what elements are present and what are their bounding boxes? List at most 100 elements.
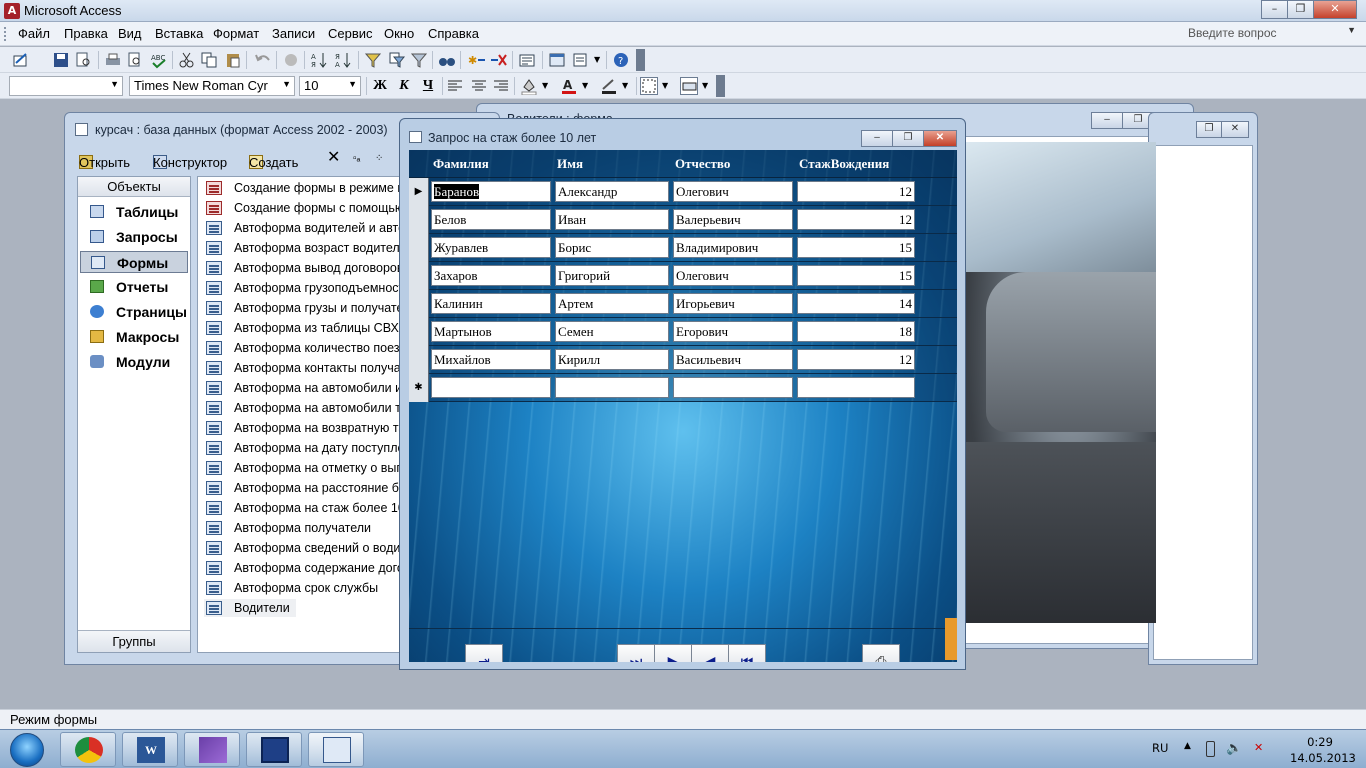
name-field[interactable]: Кирилл <box>555 349 669 370</box>
language-indicator[interactable]: RU <box>1152 741 1168 755</box>
close-button[interactable]: ✕ <box>1221 121 1249 138</box>
experience-field[interactable]: 18 <box>797 321 915 342</box>
table-row[interactable]: Калинин Артем Игорьевич 14 <box>409 290 957 318</box>
start-button[interactable] <box>4 731 52 768</box>
table-row[interactable]: Захаров Григорий Олегович 15 <box>409 262 957 290</box>
copy-icon[interactable] <box>200 51 218 69</box>
name-field[interactable]: Григорий <box>555 265 669 286</box>
font-combo[interactable]: Times New Roman Cyr ▼ <box>129 76 295 96</box>
taskbar-save-app[interactable] <box>246 732 302 767</box>
new-record-row[interactable]: ✱ <box>409 374 957 402</box>
experience-field[interactable]: 12 <box>797 349 915 370</box>
apply-filter-icon[interactable] <box>410 51 428 69</box>
save-icon[interactable] <box>52 51 70 69</box>
chevron-down-icon[interactable]: ▼ <box>348 79 357 89</box>
filter-by-form-icon[interactable] <box>388 51 406 69</box>
sort-ascending-icon[interactable]: AЯ <box>310 51 328 69</box>
name-field[interactable]: Артем <box>555 293 669 314</box>
close-button[interactable]: ✕ <box>1313 0 1357 19</box>
patronymic-field[interactable]: Олегович <box>673 265 793 286</box>
print-button[interactable]: ⎙ <box>862 644 900 662</box>
patronymic-field[interactable]: Валерьевич <box>673 209 793 230</box>
bold-button[interactable]: Ж <box>370 77 390 95</box>
properties-icon[interactable] <box>518 51 536 69</box>
groups-header[interactable]: Группы <box>78 630 190 652</box>
patronymic-field[interactable]: Олегович <box>673 181 793 202</box>
record-selector[interactable] <box>409 234 429 262</box>
experience-field[interactable]: 15 <box>797 265 915 286</box>
form-scroll-edge[interactable] <box>945 618 957 660</box>
spelling-icon[interactable]: ABC <box>150 51 168 69</box>
align-center-icon[interactable] <box>470 77 488 95</box>
line-color-icon[interactable] <box>600 77 618 95</box>
surname-field[interactable]: Калинин <box>431 293 551 314</box>
object-combo[interactable]: ▼ <box>9 76 123 96</box>
next-record-button[interactable]: ▶ <box>654 644 692 662</box>
print-preview-icon[interactable] <box>126 51 144 69</box>
object-tables[interactable]: Таблицы <box>80 201 188 223</box>
experience-field[interactable]: 14 <box>797 293 915 314</box>
chevron-down-icon[interactable]: ▼ <box>1347 25 1356 35</box>
surname-field[interactable]: Баранов <box>431 181 551 202</box>
filter-by-selection-icon[interactable] <box>364 51 382 69</box>
surname-field[interactable]: Мартынов <box>431 321 551 342</box>
toolbar-overflow-handle[interactable] <box>636 49 645 71</box>
menu-help[interactable]: Справка <box>428 26 479 41</box>
underline-button[interactable]: Ч <box>418 77 438 95</box>
taskbar-chrome[interactable] <box>60 732 116 767</box>
table-row[interactable]: Журавлев Борис Владимирович 15 <box>409 234 957 262</box>
query-form-window[interactable]: Запрос на стаж более 10 лет – ❐ ✕ Фамили… <box>399 118 966 670</box>
fill-color-icon[interactable] <box>520 77 538 96</box>
record-selector[interactable] <box>409 262 429 290</box>
chevron-down-icon[interactable]: ▼ <box>594 55 600 64</box>
file-search-icon[interactable] <box>74 51 92 69</box>
patronymic-field[interactable]: Владимирович <box>673 237 793 258</box>
taskbar-visual-studio[interactable] <box>184 732 240 767</box>
table-row[interactable]: Мартынов Семен Егорович 18 <box>409 318 957 346</box>
name-field[interactable]: Александр <box>555 181 669 202</box>
volume-icon[interactable]: 🔈 <box>1226 741 1242 757</box>
experience-field[interactable]: 15 <box>797 237 915 258</box>
chevron-down-icon[interactable]: ▼ <box>702 81 708 90</box>
experience-field[interactable]: 12 <box>797 209 915 230</box>
small-icons-icon[interactable]: ⁘ <box>375 153 383 164</box>
object-macros[interactable]: Макросы <box>80 326 188 348</box>
surname-field[interactable]: Михайлов <box>431 349 551 370</box>
menu-insert[interactable]: Вставка <box>155 26 203 41</box>
object-forms[interactable]: Формы <box>80 251 188 273</box>
menu-format[interactable]: Формат <box>213 26 259 41</box>
cut-icon[interactable] <box>178 51 196 69</box>
object-modules[interactable]: Модули <box>80 351 188 373</box>
close-button[interactable]: ✕ <box>923 130 957 147</box>
chevron-down-icon[interactable]: ▼ <box>282 79 291 89</box>
help-question-box[interactable]: Введите вопрос ▼ <box>1184 25 1360 43</box>
delete-record-icon[interactable] <box>490 51 508 69</box>
name-field[interactable]: Иван <box>555 209 669 230</box>
undo-icon[interactable] <box>254 51 272 69</box>
minimize-button[interactable]: – <box>1091 112 1123 129</box>
line-width-icon[interactable] <box>640 77 658 95</box>
battery-icon[interactable] <box>1206 741 1215 757</box>
record-selector[interactable] <box>409 290 429 318</box>
name-field[interactable] <box>555 377 669 398</box>
prev-record-button[interactable]: ◀ <box>691 644 729 662</box>
align-left-icon[interactable] <box>446 77 464 95</box>
menu-grip-icon[interactable] <box>4 27 8 41</box>
table-row[interactable]: Михайлов Кирилл Васильевич 12 <box>409 346 957 374</box>
chevron-down-icon[interactable]: ▼ <box>662 81 668 90</box>
patronymic-field[interactable]: Васильевич <box>673 349 793 370</box>
table-row[interactable]: Белов Иван Валерьевич 12 <box>409 206 957 234</box>
menu-edit[interactable]: Правка <box>64 26 108 41</box>
print-icon[interactable] <box>104 51 122 69</box>
experience-field[interactable] <box>797 377 915 398</box>
special-effect-icon[interactable] <box>680 77 698 95</box>
surname-field[interactable]: Журавлев <box>431 237 551 258</box>
record-selector[interactable] <box>409 206 429 234</box>
taskbar-access[interactable] <box>308 732 364 767</box>
record-selector[interactable]: ✱ <box>409 374 429 402</box>
chevron-down-icon[interactable]: ▼ <box>582 81 588 90</box>
help-icon[interactable]: ? <box>612 51 630 69</box>
surname-field[interactable] <box>431 377 551 398</box>
find-icon[interactable] <box>438 51 456 69</box>
record-selector[interactable] <box>409 318 429 346</box>
